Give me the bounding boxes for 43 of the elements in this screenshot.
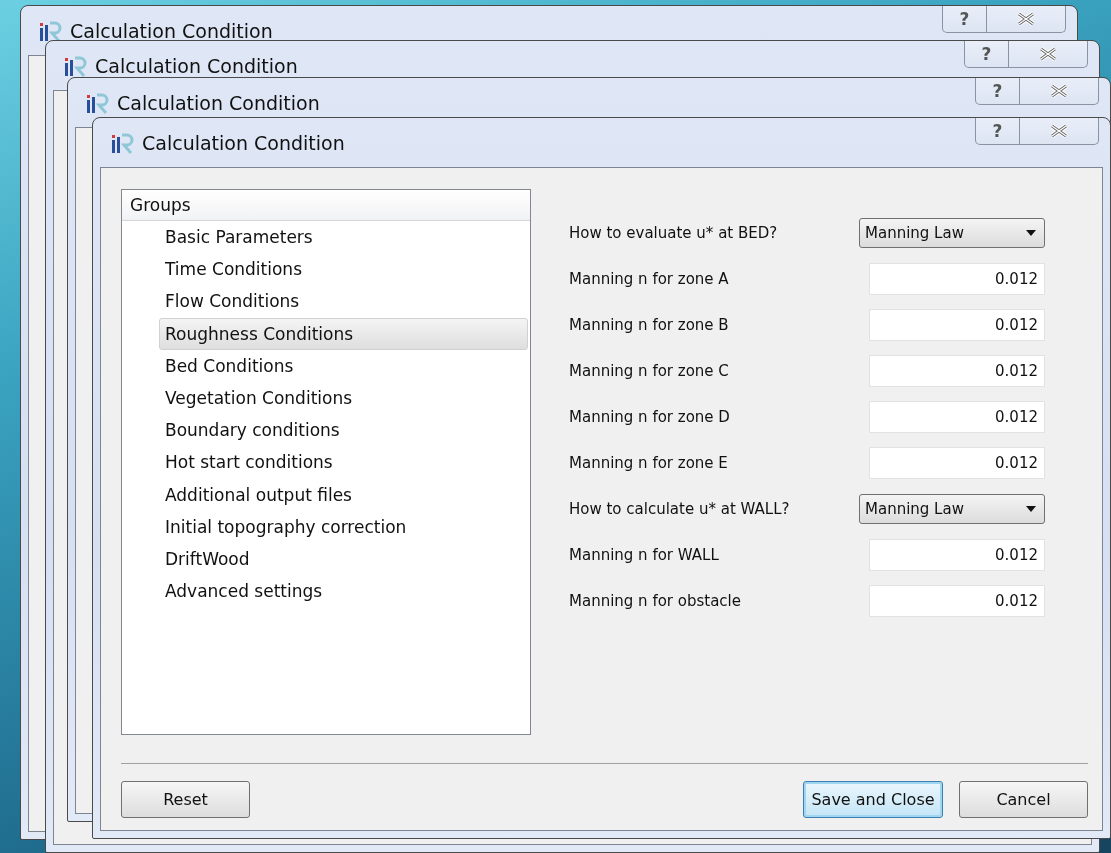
field-label: Manning n for obstacle bbox=[569, 592, 742, 610]
close-icon bbox=[1049, 124, 1069, 138]
close-icon bbox=[1049, 84, 1069, 98]
group-item[interactable]: Additional output files bbox=[159, 478, 528, 511]
dropdown[interactable]: Manning Law bbox=[859, 494, 1045, 524]
group-item[interactable]: Vegetation Conditions bbox=[159, 381, 528, 415]
field-label: How to calculate u* at WALL? bbox=[569, 500, 791, 518]
group-item[interactable]: Bed Conditions bbox=[159, 349, 528, 382]
field-label: How to evaluate u* at BED? bbox=[569, 224, 779, 242]
group-item[interactable]: Flow Conditions bbox=[159, 285, 528, 318]
group-item[interactable]: Basic Parameters bbox=[159, 221, 528, 254]
group-item[interactable]: Boundary conditions bbox=[159, 414, 528, 447]
dialog-button[interactable]: Save and Close bbox=[803, 781, 943, 818]
group-item[interactable]: Advanced settings bbox=[159, 575, 528, 608]
caret-icon bbox=[1026, 230, 1036, 236]
dropdown[interactable]: Manning Law bbox=[859, 218, 1045, 248]
caret-icon bbox=[1026, 506, 1036, 512]
number-field[interactable]: 0.012 bbox=[869, 585, 1045, 617]
number-field[interactable]: 0.012 bbox=[869, 355, 1045, 387]
window-title: Calculation Condition bbox=[117, 91, 320, 114]
field-label: Manning n for zone D bbox=[569, 408, 731, 426]
number-field[interactable]: 0.012 bbox=[869, 539, 1045, 571]
field-label: Manning n for zone E bbox=[569, 454, 729, 472]
group-item[interactable]: Initial topography correction bbox=[159, 510, 528, 543]
close-icon bbox=[1038, 47, 1058, 61]
group-item[interactable]: Time Conditions bbox=[159, 253, 528, 286]
dialog-button[interactable]: Cancel bbox=[959, 781, 1088, 818]
field-label: Manning n for zone C bbox=[569, 362, 730, 380]
window-title: Calculation Condition bbox=[95, 54, 298, 77]
window-title: Calculation Condition bbox=[142, 131, 345, 154]
group-item[interactable]: DriftWood bbox=[159, 542, 528, 576]
field-label: Manning n for WALL bbox=[569, 546, 720, 564]
number-field[interactable]: 0.012 bbox=[869, 447, 1045, 479]
number-field[interactable]: 0.012 bbox=[869, 263, 1045, 295]
group-item[interactable]: Hot start conditions bbox=[159, 446, 528, 479]
close-icon bbox=[1016, 12, 1036, 26]
field-label: Manning n for zone A bbox=[569, 270, 730, 288]
window-title: Calculation Condition bbox=[70, 19, 273, 42]
number-field[interactable]: 0.012 bbox=[869, 309, 1045, 341]
group-item[interactable]: Roughness Conditions bbox=[159, 317, 528, 350]
field-label: Manning n for zone B bbox=[569, 316, 730, 334]
number-field[interactable]: 0.012 bbox=[869, 401, 1045, 433]
dialog-button[interactable]: Reset bbox=[121, 781, 250, 818]
